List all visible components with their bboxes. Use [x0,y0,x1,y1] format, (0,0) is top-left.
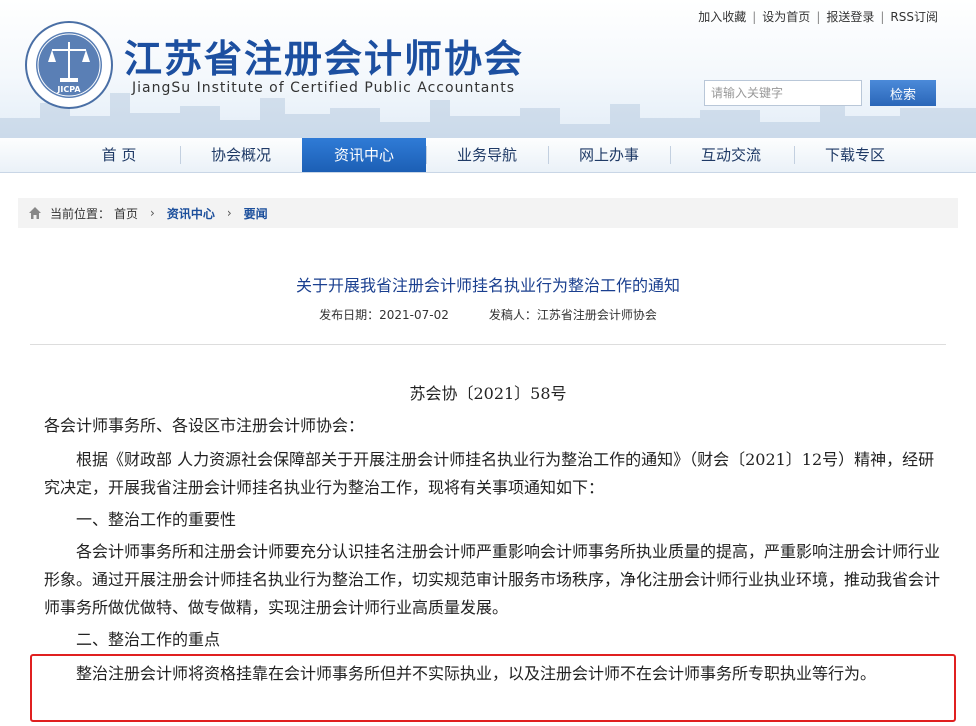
publish-date: 发布日期：2021-07-02 [319,308,449,322]
paragraph-1: 根据《财政部 人力资源社会保障部关于开展注册会计师挂名执业行为整治工作的通知》（… [44,450,935,497]
nav-business-guide[interactable]: 业务导航 [426,138,548,172]
nav-about[interactable]: 协会概况 [180,138,302,172]
greeting: 各会计师事务所、各设区市注册会计师协会： [44,416,365,435]
breadcrumb: 当前位置： 首页 › 资讯中心 › 要闻 [18,198,958,228]
separator: | [880,9,885,24]
nav-news-center[interactable]: 资讯中心 [302,138,426,172]
site-subtitle: JiangSu Institute of Certified Public Ac… [132,80,516,96]
nav-online-services[interactable]: 网上办事 [548,138,670,172]
highlight-box [30,654,956,722]
top-links: 加入收藏 | 设为首页 | 报送登录 | RSS订阅 [698,8,938,25]
nav-downloads[interactable]: 下载专区 [794,138,916,172]
rss-link[interactable]: RSS订阅 [890,8,938,25]
divider [30,344,946,345]
paragraph-2: 各会计师事务所和注册会计师要充分认识挂名注册会计师严重影响会计师事务所执业质量的… [44,542,941,617]
logo-text: JICPA [56,85,81,94]
nav-interaction[interactable]: 互动交流 [670,138,792,172]
breadcrumb-headlines[interactable]: 要闻 [244,205,268,222]
article-author: 发稿人：江苏省注册会计师协会 [488,308,657,322]
separator: | [816,9,821,24]
add-favorite-link[interactable]: 加入收藏 [698,8,746,25]
main-nav: 首 页 协会概况 资讯中心 业务导航 网上办事 互动交流 下载专区 [0,138,976,173]
breadcrumb-news-center[interactable]: 资讯中心 [167,205,215,222]
site-header: 加入收藏 | 设为首页 | 报送登录 | RSS订阅 JICPA 江苏省注册会计… [0,0,976,138]
jicpa-logo: JICPA [25,21,113,109]
heading-focus: 二、整治工作的重点 [76,630,221,649]
site-title: 江苏省注册会计师协会 [124,36,525,81]
report-login-link[interactable]: 报送登录 [826,8,874,25]
separator: | [752,9,757,24]
breadcrumb-label: 当前位置： [50,206,111,221]
breadcrumb-home[interactable]: 首页 [114,205,138,222]
search-button[interactable]: 检索 [870,80,936,106]
chevron-right-icon: › [226,206,232,220]
article-title: 关于开展我省注册会计师挂名执业行为整治工作的通知 [295,276,680,295]
chevron-right-icon: › [150,206,155,220]
heading-importance: 一、整治工作的重要性 [76,510,237,529]
article-meta: 发布日期：2021-07-02 发稿人：江苏省注册会计师协会 [0,306,976,323]
document-number: 苏会协〔2021〕58号 [409,384,567,403]
set-homepage-link[interactable]: 设为首页 [762,8,810,25]
nav-home[interactable]: 首 页 [58,138,180,172]
search-input[interactable] [704,80,862,106]
home-icon [29,207,41,219]
